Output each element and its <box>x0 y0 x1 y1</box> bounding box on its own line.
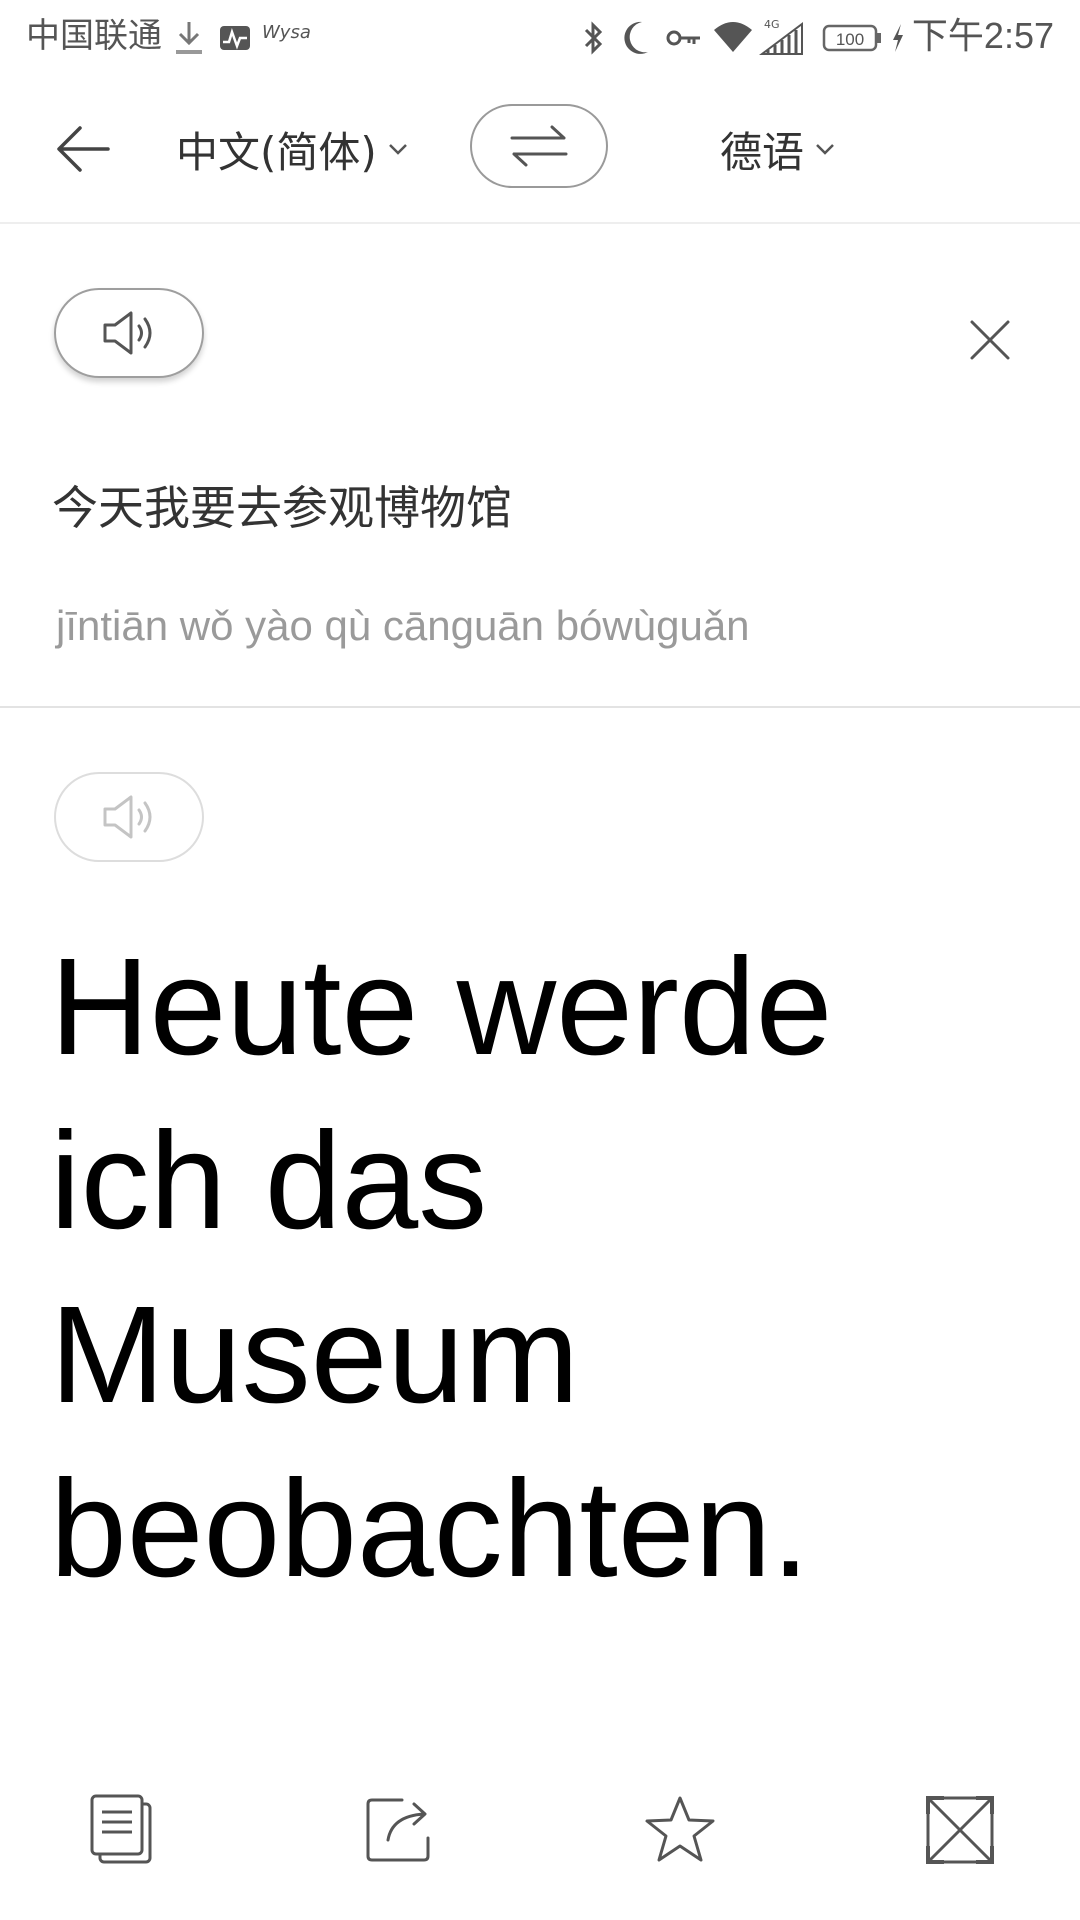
expand-icon <box>926 1796 994 1864</box>
speaker-icon <box>103 311 152 355</box>
result-speak-button[interactable] <box>54 772 204 862</box>
language-toolbar: 中文(简体) 德语 <box>0 74 1080 224</box>
share-button[interactable] <box>362 1792 438 1868</box>
charging-icon <box>888 18 908 58</box>
status-time: 下午2:57 <box>911 15 1054 56</box>
source-text[interactable]: 今天我要去参观博物馆 <box>52 472 512 538</box>
favorite-button[interactable] <box>642 1792 718 1868</box>
star-icon <box>645 1796 715 1862</box>
download-icon <box>172 18 206 58</box>
status-bar: 中国联通 Wysa 4G 100 下午2:57 <box>0 0 1080 74</box>
key-icon <box>664 18 704 58</box>
close-icon <box>970 320 1010 360</box>
fullscreen-button[interactable] <box>922 1792 998 1868</box>
network-type: 4G <box>764 18 780 31</box>
target-language-label: 德语 <box>720 127 805 177</box>
swap-languages-button[interactable] <box>470 104 608 188</box>
clear-input-button[interactable] <box>962 312 1018 368</box>
arrow-left-icon <box>57 126 110 172</box>
battery-level: 100 <box>836 30 864 49</box>
bluetooth-icon <box>580 18 608 58</box>
app-label: Wysa <box>262 22 311 43</box>
translation-result-text: Heute werde ich das Museum beobachten. <box>50 930 833 1606</box>
back-button[interactable] <box>50 114 130 184</box>
signal-icon: 4G <box>758 18 808 58</box>
battery-icon: 100 <box>822 18 884 58</box>
source-language-select[interactable]: 中文(简体) <box>176 114 409 184</box>
copy-button[interactable] <box>84 1792 160 1868</box>
speaker-icon <box>103 795 152 839</box>
chevron-down-icon <box>816 144 834 155</box>
wifi-icon <box>712 18 754 58</box>
copy-icon <box>90 1794 152 1864</box>
bottom-action-bar <box>0 1770 1080 1890</box>
carrier-name: 中国联通 <box>26 16 162 56</box>
result-panel: Heute werde ich das Museum beobachten. <box>0 708 1080 1708</box>
share-icon <box>366 1798 430 1862</box>
chevron-down-icon <box>388 144 407 155</box>
moon-icon <box>618 18 654 58</box>
source-speak-button[interactable] <box>54 288 204 378</box>
target-language-select[interactable]: 德语 <box>720 114 836 184</box>
pinyin-text: jīntiān wǒ yào qù cānguān bówùguǎn <box>56 602 750 649</box>
source-language-label: 中文(简体) <box>176 127 377 177</box>
swap-arrows-icon <box>510 125 568 167</box>
activity-icon <box>218 18 252 58</box>
source-panel: 今天我要去参观博物馆 jīntiān wǒ yào qù cānguān bów… <box>0 224 1080 708</box>
